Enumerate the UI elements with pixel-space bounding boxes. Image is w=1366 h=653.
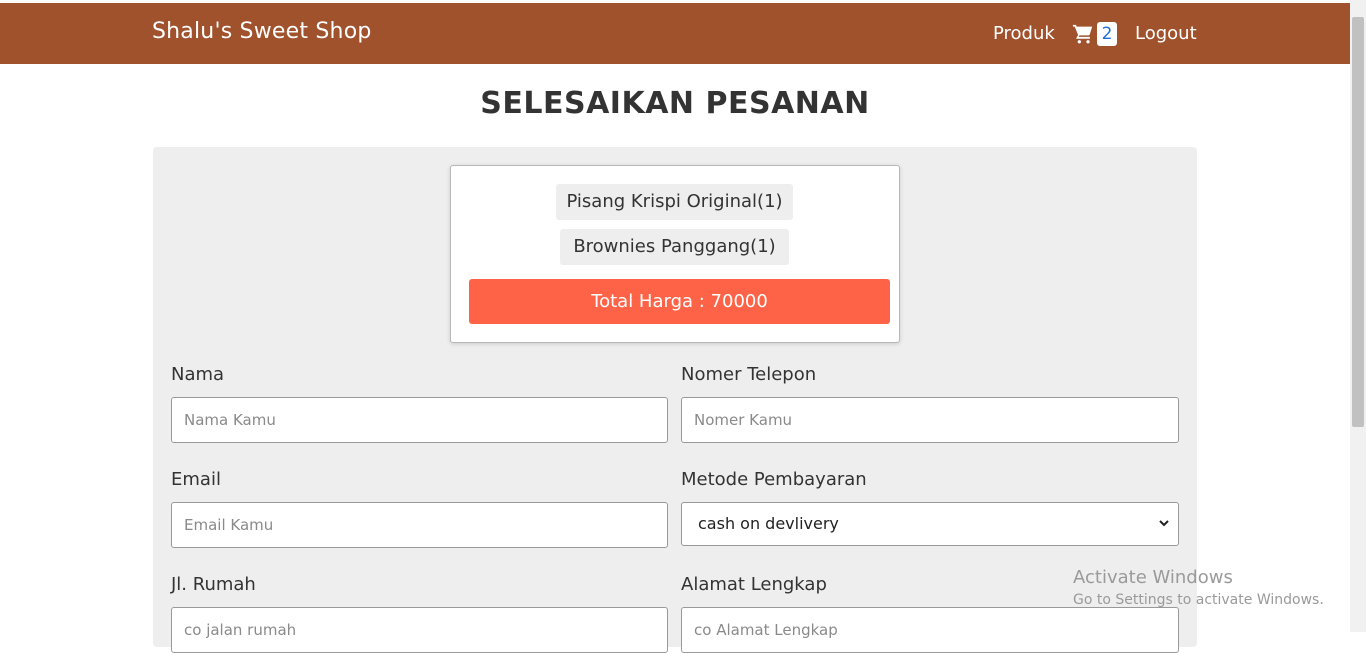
telepon-label: Nomer Telepon (681, 364, 817, 385)
email-input[interactable] (171, 502, 668, 548)
scrollbar[interactable] (1350, 0, 1366, 632)
activate-windows-title: Activate Windows (1073, 567, 1233, 588)
nama-input[interactable] (171, 397, 668, 443)
alamat-input[interactable] (681, 607, 1179, 653)
chevron-down-icon (1159, 520, 1169, 527)
order-item: Pisang Krispi Original(1) (556, 184, 793, 220)
nav-link-produk[interactable]: Produk (993, 23, 1055, 44)
jalan-label: Jl. Rumah (171, 574, 256, 595)
cart-icon (1072, 24, 1093, 44)
nama-label: Nama (171, 364, 225, 385)
order-item: Brownies Panggang(1) (560, 229, 789, 265)
navbar: Shalu's Sweet Shop Produk 2 Logout (0, 3, 1350, 64)
email-label: Email (171, 469, 221, 490)
telepon-input[interactable] (681, 397, 1179, 443)
metode-label: Metode Pembayaran (681, 469, 867, 490)
payment-method-select[interactable]: cash on devlivery (681, 502, 1179, 546)
activate-windows-subtitle: Go to Settings to activate Windows. (1073, 592, 1324, 608)
page-title: SELESAIKAN PESANAN (480, 86, 870, 121)
scrollbar-thumb[interactable] (1352, 17, 1364, 427)
brand-logo[interactable]: Shalu's Sweet Shop (152, 19, 372, 44)
logout-link[interactable]: Logout (1135, 23, 1197, 44)
payment-method-value: cash on devlivery (698, 514, 839, 533)
order-summary: Pisang Krispi Original(1) Brownies Pangg… (450, 165, 900, 343)
alamat-label: Alamat Lengkap (681, 574, 827, 595)
cart-button[interactable]: 2 (1072, 21, 1118, 47)
total-price-button[interactable]: Total Harga : 70000 (469, 279, 890, 324)
cart-count-badge: 2 (1097, 22, 1117, 46)
jalan-input[interactable] (171, 607, 668, 653)
